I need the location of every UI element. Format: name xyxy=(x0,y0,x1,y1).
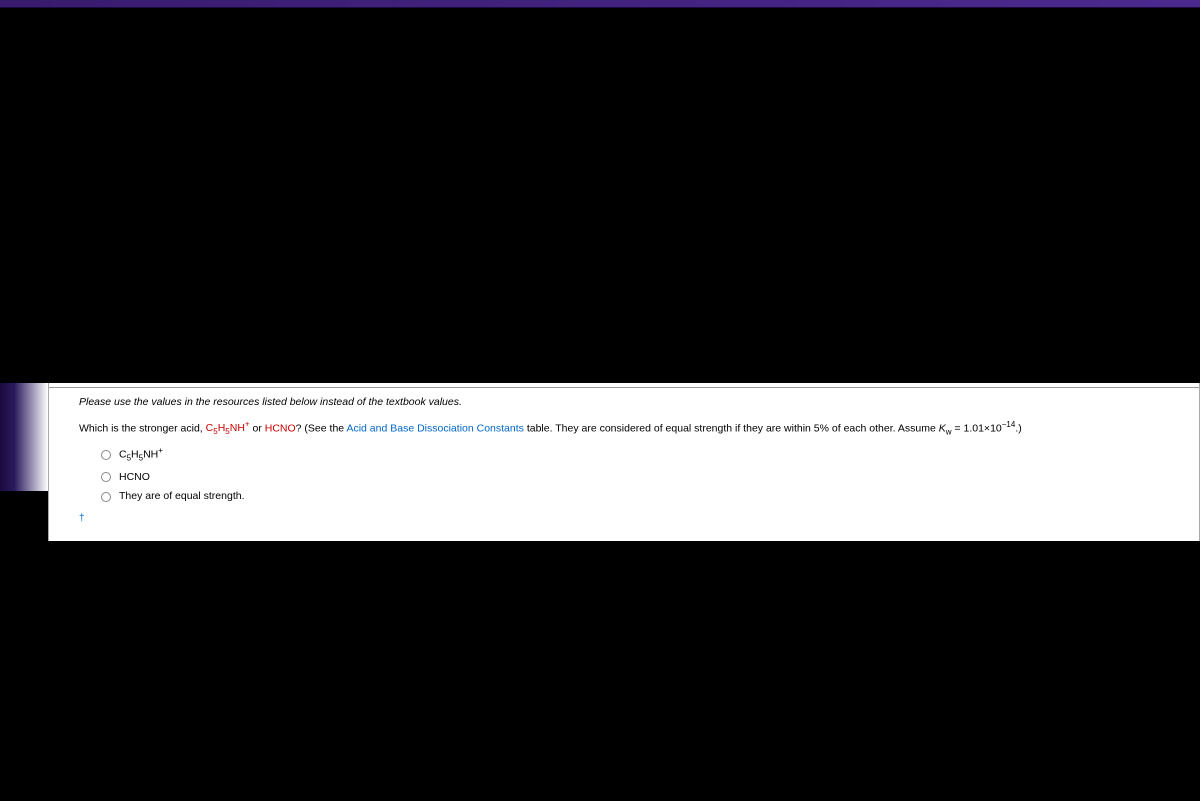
question-after-link: table. They are considered of equal stre… xyxy=(524,422,939,434)
radio-button-1[interactable] xyxy=(101,450,111,460)
dissociation-constants-link[interactable]: Acid and Base Dissociation Constants xyxy=(346,422,523,434)
question-after-chem: ? (See the xyxy=(296,422,347,434)
option-3-label: They are of equal strength. xyxy=(119,488,245,505)
option-3[interactable]: They are of equal strength. xyxy=(101,488,1179,505)
kw-base: 10 xyxy=(990,422,1002,434)
kw-variable: K xyxy=(939,422,946,434)
black-region-top xyxy=(0,8,1200,383)
chemical-formula-1: C5H5NH+ xyxy=(206,422,250,434)
option-1-label: C5H5NH+ xyxy=(119,445,163,465)
instruction-text: Please use the values in the resources l… xyxy=(79,394,1179,411)
option-2-label: HCNO xyxy=(119,469,150,486)
question-content-area: Please use the values in the resources l… xyxy=(48,383,1200,541)
question-block: Please use the values in the resources l… xyxy=(49,388,1199,537)
left-sidebar xyxy=(0,383,48,491)
question-prompt: Which is the stronger acid, C5H5NH+ or H… xyxy=(79,419,1179,439)
answer-options: C5H5NH+ HCNO They are of equal strength. xyxy=(101,445,1179,505)
kw-end: .) xyxy=(1015,422,1021,434)
option-2[interactable]: HCNO xyxy=(101,469,1179,486)
kw-exponent: −14 xyxy=(1002,420,1016,429)
dagger-symbol[interactable]: † xyxy=(79,511,1179,527)
chemical-formula-2: HCNO xyxy=(265,422,296,434)
radio-button-3[interactable] xyxy=(101,492,111,502)
question-prefix: Which is the stronger acid, xyxy=(79,422,206,434)
radio-button-2[interactable] xyxy=(101,472,111,482)
option-1[interactable]: C5H5NH+ xyxy=(101,445,1179,465)
or-text: or xyxy=(250,422,265,434)
kw-equals: = 1.01 xyxy=(952,422,984,434)
black-region-bottom xyxy=(0,541,1200,801)
browser-top-bar xyxy=(0,0,1200,8)
